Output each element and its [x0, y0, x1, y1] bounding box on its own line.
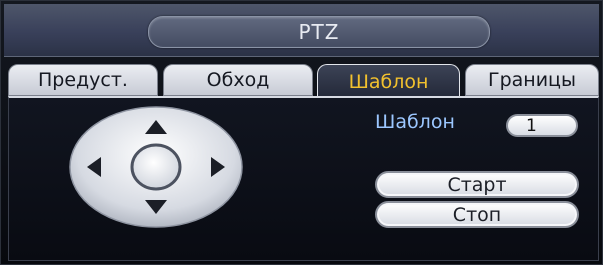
pattern-number-field[interactable]: 1 [506, 114, 578, 137]
dialog-title: PTZ [148, 16, 490, 48]
tab-presets[interactable]: Предуст. [8, 64, 158, 96]
pattern-label: Шаблон [375, 111, 455, 133]
start-button[interactable]: Старт [375, 171, 579, 198]
title-bar: PTZ [4, 4, 599, 57]
center-button-icon[interactable] [130, 143, 182, 191]
ptz-dialog: PTZ Предуст. Обход Шаблон Границы Шаблон… [0, 0, 603, 265]
stop-button[interactable]: Стоп [375, 201, 579, 228]
tab-pattern[interactable]: Шаблон [317, 64, 460, 98]
tab-borders[interactable]: Границы [465, 64, 599, 96]
tab-bar: Предуст. Обход Шаблон Границы [8, 64, 599, 98]
ptz-direction-pad [69, 106, 243, 228]
tab-tour[interactable]: Обход [163, 64, 313, 96]
